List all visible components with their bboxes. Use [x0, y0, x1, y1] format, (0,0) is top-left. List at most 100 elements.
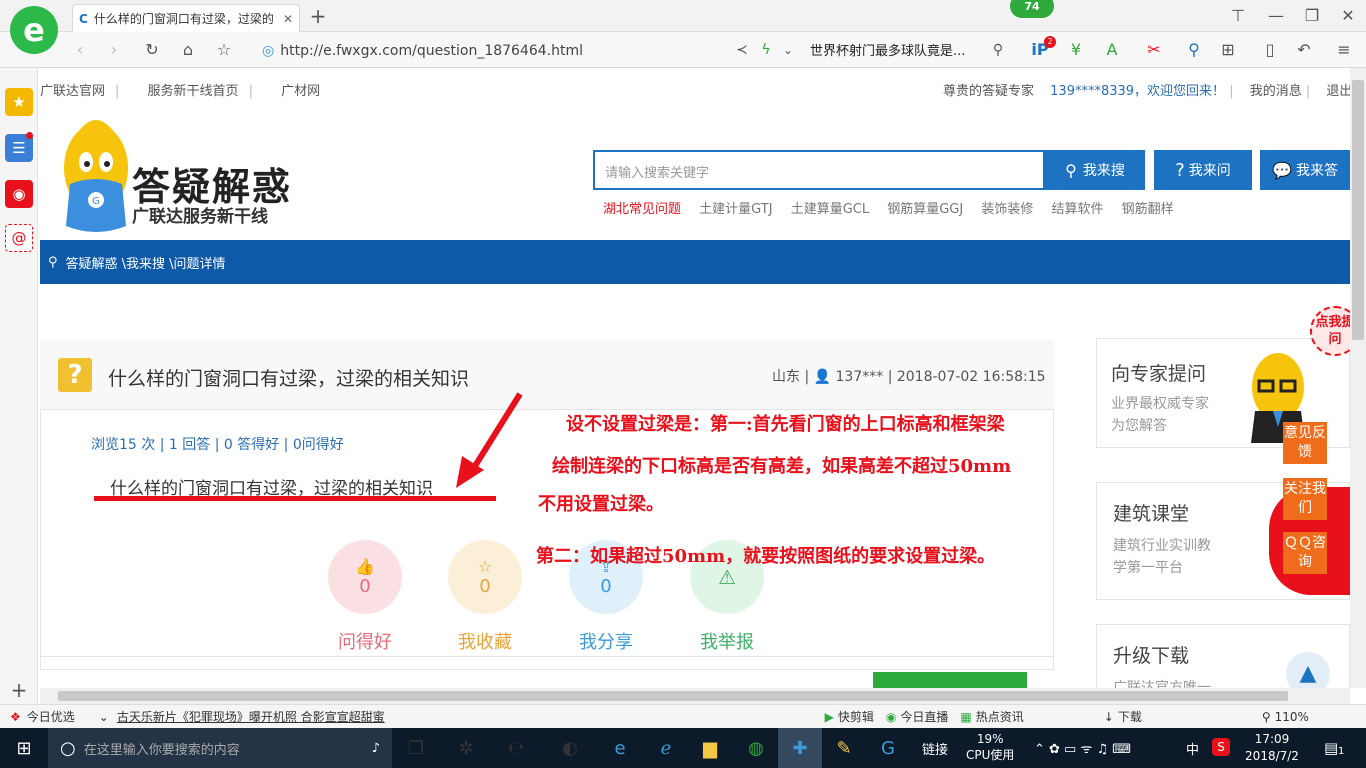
cpu-usage[interactable]: 19% CPU使用 — [966, 731, 1014, 763]
close-window-button[interactable]: ✕ — [1334, 2, 1362, 30]
back-to-top-button[interactable]: ▲ — [1286, 652, 1330, 688]
sidebar-add-icon[interactable]: + — [5, 676, 33, 704]
sidebar-mail-icon[interactable]: @ — [5, 224, 33, 252]
link-home[interactable]: 服务新干线首页 — [148, 84, 239, 99]
tab-current[interactable]: C 什么样的门窗洞口有过梁，过梁的 ✕ — [72, 4, 300, 32]
hot-keyword[interactable]: 钢筋翻样 — [1122, 202, 1174, 217]
follow-us-button[interactable]: 关注我们 — [1283, 478, 1327, 520]
quick-edit-icon: ▶ — [824, 709, 834, 724]
ext-scissors-icon[interactable]: ✂ — [1140, 36, 1168, 64]
zoom-level[interactable]: 110% — [1275, 710, 1309, 724]
secure-globe-icon: ◎ — [262, 43, 275, 59]
ask-button[interactable]: ? 我来问 — [1154, 150, 1252, 190]
answer-button[interactable]: 💬 我来答 — [1260, 150, 1350, 190]
clock-date: 2018/7/2 — [1245, 749, 1299, 763]
shirt-icon[interactable]: ⊤ — [1224, 2, 1252, 30]
browser-360-icon[interactable]: ◍ — [734, 728, 778, 768]
edge-icon[interactable]: e — [598, 728, 642, 768]
download-label[interactable]: 下载 — [1118, 708, 1142, 725]
tray-icons[interactable]: ⌃ ✿ ▭ ᯤ ♫ ⌨ — [1034, 739, 1131, 757]
hot-keyword[interactable]: 装饰装修 — [981, 202, 1033, 217]
badge-counter[interactable]: 74 — [1010, 0, 1054, 18]
vertical-scroll-thumb[interactable] — [1352, 80, 1364, 340]
qq-consult-button[interactable]: ＱＱ咨询 — [1283, 532, 1327, 574]
today-pick-label[interactable]: 今日优选 — [27, 708, 75, 725]
browser-logo-icon[interactable]: e — [10, 6, 58, 54]
sogou-ime-icon[interactable]: S — [1212, 738, 1230, 756]
link-glodon[interactable]: 广联达官网 — [40, 84, 105, 99]
card-building-class-sub2: 学第一平台 — [1113, 560, 1183, 576]
notes-app-icon[interactable]: ✎ — [822, 728, 866, 768]
ext-translate-icon[interactable]: A — [1098, 36, 1126, 64]
glodon-app-icon[interactable]: G — [866, 728, 910, 768]
chat-app-icon[interactable]: ◐ — [548, 728, 592, 768]
favorite-button[interactable]: ☆ 0 — [448, 540, 522, 614]
active-app-icon[interactable]: ✚ — [778, 728, 822, 768]
hot-keyword[interactable]: 土建算量GCL — [791, 202, 869, 217]
welcome-text[interactable]: 139****8339，欢迎您回来！ — [1050, 84, 1225, 99]
like-label[interactable]: 问得好 — [315, 628, 415, 654]
site-search-input[interactable]: 请输入搜索关键字 — [593, 150, 1045, 190]
news-label[interactable]: 热点资讯 — [976, 708, 1024, 725]
chat-bubble-icon: 💬 — [1272, 160, 1292, 180]
ime-indicator[interactable]: 中 — [1186, 739, 1199, 758]
refresh-button[interactable]: ↻ — [138, 36, 166, 64]
back-button[interactable]: ‹ — [66, 36, 94, 64]
question-meta: 山东 | 👤 137*** | 2018-07-02 16:58:15 — [772, 366, 1046, 386]
maximize-button[interactable]: ❐ — [1298, 2, 1326, 30]
windows-start-icon[interactable]: ⊞ — [2, 728, 46, 768]
horizontal-scrollbar[interactable] — [40, 688, 1350, 704]
dropdown-chevron-icon[interactable]: ⌄ — [774, 36, 802, 64]
hot-keyword[interactable]: 钢筋算量GGJ — [887, 202, 963, 217]
ie-icon[interactable]: ℯ — [644, 728, 688, 768]
links-label[interactable]: 链接 — [922, 739, 948, 758]
link-material[interactable]: 广材网 — [281, 84, 320, 99]
forward-button[interactable]: › — [100, 36, 128, 64]
minimize-button[interactable]: — — [1262, 2, 1290, 30]
sidebar-favorites-icon[interactable]: ★ — [5, 88, 33, 116]
like-question-button[interactable]: 👍 0 — [328, 540, 402, 614]
ext-grid-icon[interactable]: ⊞ — [1214, 36, 1242, 64]
hot-keyword[interactable]: 湖北常见问题 — [603, 202, 681, 217]
browser-search-field[interactable]: 世界杯射门最多球队竟是... — [810, 40, 1010, 62]
browser-search-icon[interactable]: ⚲ — [984, 36, 1012, 64]
expert-label[interactable]: 尊贵的答疑专家 — [943, 84, 1034, 99]
menu-icon[interactable]: ≡ — [1330, 36, 1358, 64]
thumb-up-icon: 👍 — [355, 557, 375, 576]
live-label[interactable]: 今日直播 — [900, 708, 948, 725]
logout-link[interactable]: 退出 — [1326, 84, 1350, 99]
share-label[interactable]: 我分享 — [556, 628, 656, 654]
search-button[interactable]: ⚲ 我来搜 — [1045, 150, 1145, 190]
favorite-label[interactable]: 我收藏 — [435, 628, 535, 654]
home-button[interactable]: ⌂ — [174, 36, 202, 64]
sidebar-weibo-icon[interactable]: ◉ — [5, 180, 33, 208]
quick-edit-label[interactable]: 快剪辑 — [838, 708, 874, 725]
annotation-line-3: 不用设置过梁。 — [538, 494, 664, 515]
action-center-icon[interactable]: ▤ — [1324, 739, 1338, 757]
horizontal-scroll-thumb[interactable] — [58, 691, 1288, 701]
url-field[interactable]: ◎ http://e.fwxgx.com/question_1876464.ht… — [262, 40, 732, 62]
clock[interactable]: 17:09 2018/7/2 — [1240, 731, 1304, 765]
hot-keyword[interactable]: 结算软件 — [1052, 202, 1104, 217]
messages-link[interactable]: 我的消息 — [1250, 84, 1302, 99]
breadcrumb-text[interactable]: 答疑解惑 \我来搜 \问题详情 — [66, 253, 226, 272]
tab-close-icon[interactable]: ✕ — [283, 12, 293, 26]
task-view-icon[interactable]: ❐ — [394, 728, 438, 768]
question-icon: ? — [58, 358, 92, 392]
green-action-button[interactable] — [873, 672, 1027, 688]
news-ticker[interactable]: 古天乐新片《犯罪现场》曝开机照 合影宣宣超甜蜜 — [117, 708, 385, 725]
ext-phone-icon[interactable]: ▯ — [1256, 36, 1284, 64]
e-browser-icon[interactable]: ℮ — [494, 728, 538, 768]
fan-app-icon[interactable]: ✲ — [444, 728, 488, 768]
hot-keyword[interactable]: 土建计量GTJ — [699, 202, 772, 217]
report-label[interactable]: 我举报 — [677, 628, 777, 654]
ext-search-icon[interactable]: ⚲ — [1180, 36, 1208, 64]
undo-icon[interactable]: ↶ — [1290, 36, 1318, 64]
vertical-scrollbar[interactable] — [1350, 68, 1366, 688]
ext-yen-icon[interactable]: ¥ — [1062, 36, 1090, 64]
feedback-button[interactable]: 意见反馈 — [1283, 422, 1327, 464]
file-explorer-icon[interactable]: ▆ — [688, 728, 732, 768]
new-tab-button[interactable]: + — [304, 2, 332, 30]
taskbar-search[interactable]: ○ 在这里输入你要搜索的内容 ♪ — [48, 728, 392, 768]
favorite-star-icon[interactable]: ☆ — [210, 36, 238, 64]
